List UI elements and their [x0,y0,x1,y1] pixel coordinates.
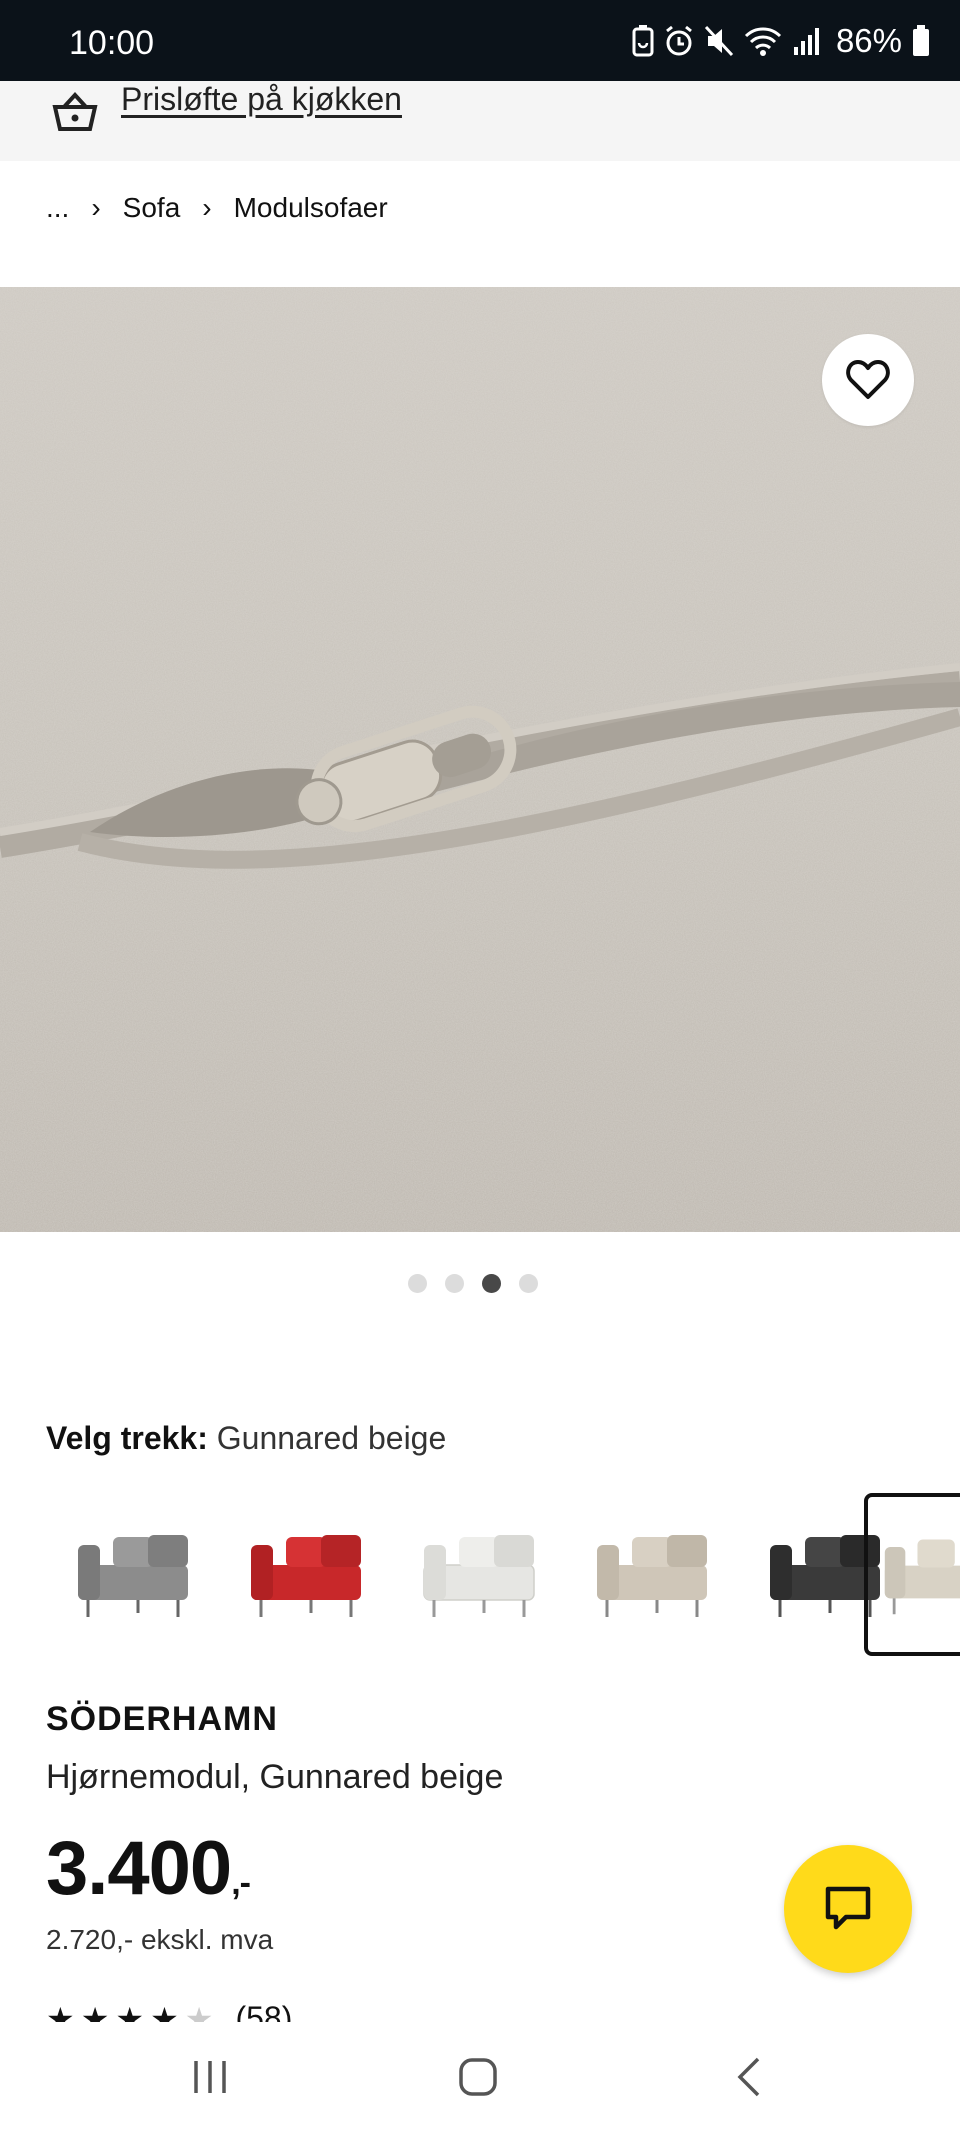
breadcrumb: ... › Sofa › Modulsofaer [46,192,388,224]
product-brand[interactable]: SÖDERHAMN [46,1700,278,1739]
wifi-icon [744,27,781,56]
star-icon: ★ [150,2000,179,2022]
price-value: 3.400 [46,1826,232,1911]
mute-icon [704,25,734,57]
star-icon: ★ [80,2000,110,2022]
carousel-dot-active[interactable] [481,1274,501,1293]
swatch-gunnared-beige-selected[interactable] [864,1493,960,1656]
battery-icon [913,25,929,56]
breadcrumb-ellipsis[interactable]: ... [46,192,69,224]
chat-button[interactable] [784,1845,912,1973]
breadcrumb-modulsofaer[interactable]: Modulsofaer [234,192,388,224]
signal-icon [793,28,819,55]
status-bar: 10:00 86% [0,0,960,81]
home-icon[interactable] [458,2057,498,2097]
half-star-icon: ★ [184,2000,214,2022]
chat-bubble-icon [825,1886,871,1930]
cover-selector-label: Velg trekk: Gunnared beige [46,1420,446,1457]
carousel-dots [0,1274,960,1293]
battery-saver-icon [632,25,654,57]
cover-swatches [46,1495,911,1655]
battery-percent: 86% [835,22,902,59]
swatch-grey[interactable] [46,1495,219,1655]
product-image[interactable] [0,287,960,1232]
status-icons: 86% [632,22,930,60]
carousel-dot[interactable] [518,1274,538,1293]
price-suffix: ,- [231,1864,251,1902]
carousel-dot[interactable] [444,1274,464,1293]
star-icon: ★ [46,2000,75,2022]
system-navigation-bar [0,2022,960,2133]
rating-count: (58) [235,2000,293,2022]
carousel-dot[interactable] [407,1274,427,1293]
product-price: 3.400,- [46,1825,251,1912]
swatch-red[interactable] [219,1495,392,1655]
alarm-icon [666,25,692,56]
product-description: Hjørnemodul, Gunnared beige [46,1758,504,1796]
chevron-right-icon: › [202,192,212,223]
status-time: 10:00 [69,24,155,62]
heart-icon [846,360,890,399]
basket-icon [52,92,98,131]
back-icon[interactable] [730,2057,770,2097]
cover-label-title: Velg trekk: [46,1420,208,1456]
chevron-right-icon: › [91,192,101,223]
promo-banner: Prisløfte på kjøkken [0,81,960,161]
cover-selected-value: Gunnared beige [216,1420,447,1456]
product-rating[interactable]: ★ ★ ★ ★ ★ (58) [46,2000,292,2022]
swatch-white[interactable] [392,1495,565,1655]
swatch-beige[interactable] [565,1495,738,1655]
breadcrumb-sofa[interactable]: Sofa [123,192,181,224]
recent-apps-icon[interactable] [190,2057,230,2097]
favourite-button[interactable] [822,334,914,426]
star-icon: ★ [115,2000,145,2022]
price-excl-vat: 2.720,- ekskl. mva [46,1924,274,1955]
promo-link[interactable]: Prisløfte på kjøkken [121,81,402,118]
